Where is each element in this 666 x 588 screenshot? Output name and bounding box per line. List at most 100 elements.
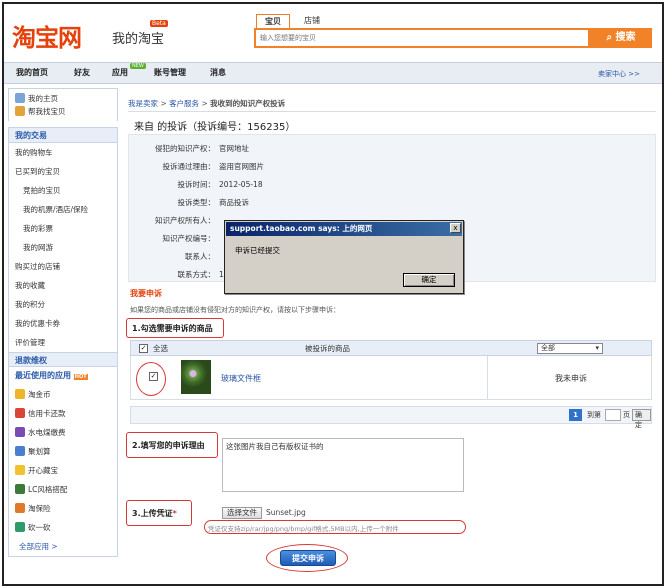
required-mark: * (172, 509, 177, 518)
info-label: 知识产权所有人： (155, 216, 215, 225)
reason-textarea[interactable]: 这张图片我自己有版权证书的 (222, 438, 464, 492)
sidebar-item-points[interactable]: 我的积分 (9, 295, 117, 314)
breadcrumb-seller[interactable]: 我是卖家 (128, 99, 158, 108)
choose-file-button[interactable]: 选择文件 (222, 507, 262, 519)
app-insurance[interactable]: 淘保险 (9, 499, 117, 518)
sidebar-item-bought[interactable]: 已买到的宝贝 (9, 162, 117, 181)
app-label: LC风格搭配 (28, 485, 68, 494)
step3-text: 3.上传凭证 (132, 509, 173, 518)
nav-messages[interactable]: 消息 (210, 67, 226, 78)
sidebar-item-favorites[interactable]: 我的收藏 (9, 276, 117, 295)
browser-page: 淘宝网 我的淘宝 Beta 宝贝 店铺 ⌕ 搜索 我的首页 好友 应用 NEW … (2, 2, 664, 586)
file-name: Sunset.jpg (266, 508, 306, 517)
chevron-down-icon: ▾ (595, 344, 599, 352)
goods-row: ✓ 玻璃文件框 我未申诉 (130, 356, 652, 400)
info-type: 投诉类型： 商品投诉 (135, 197, 250, 208)
select-all-label: 全选 (153, 344, 168, 353)
step1-label: 1.勾选需要申诉的商品 (132, 324, 213, 333)
app-credit-card[interactable]: 信用卡还款 (9, 404, 117, 423)
treasure-icon (15, 465, 25, 475)
info-reason: 投诉通过理由： 盗用官网图片 (135, 161, 265, 172)
goto-page-input[interactable] (605, 409, 621, 421)
search-tab-shops[interactable]: 店铺 (296, 14, 328, 28)
app-label: 淘金币 (28, 390, 51, 399)
sidebar-item-find[interactable]: 帮我找宝贝 (9, 102, 117, 121)
info-ip: 侵犯的知识产权： 官网地址 (135, 143, 249, 154)
search-input[interactable] (256, 30, 588, 46)
nav-apps[interactable]: 应用 (112, 67, 128, 78)
nav-account[interactable]: 账号管理 (154, 67, 186, 78)
info-label: 知识产权编号： (162, 234, 216, 243)
page-1[interactable]: 1 (569, 409, 582, 421)
sidebar-item-auction[interactable]: 竞拍的宝贝 (9, 181, 117, 200)
step2-label: 2.填写您的申诉理由 (132, 441, 205, 450)
beta-badge: Beta (150, 20, 168, 27)
upload-hint: 凭证仅支持zip/rar/jpg/png/bmp/gif格式,5MB以内,上传一… (208, 525, 399, 533)
nav-home[interactable]: 我的首页 (16, 67, 48, 78)
close-icon[interactable]: x (450, 223, 461, 233)
taobao-logo[interactable]: 淘宝网 (12, 18, 82, 53)
status-filter[interactable]: 全部 ▾ (537, 343, 603, 354)
sidebar-item-coupons[interactable]: 我的优惠卡券 (9, 314, 117, 333)
search-button[interactable]: ⌕ 搜索 (590, 28, 652, 48)
info-value: 官网地址 (219, 144, 249, 153)
sidebar-head-trade[interactable]: 我的交易 (9, 128, 117, 143)
app-label: 聚划算 (28, 447, 51, 456)
sidebar-head-refund[interactable]: 退款维权 (9, 352, 117, 367)
sidebar: 我的主页 帮我找宝贝 我的交易 我的购物车 已买到的宝贝 竞拍的宝贝 我的机票/… (8, 88, 118, 584)
insurance-icon (15, 503, 25, 513)
sidebar-item-travel[interactable]: 我的机票/酒店/保险 (9, 200, 117, 219)
appeal-title: 我要申诉 (130, 289, 162, 298)
main-nav: 我的首页 好友 应用 NEW 账号管理 消息 卖家中心 >> (4, 62, 662, 84)
bargain-icon (15, 522, 25, 532)
info-number: 知识产权编号： (135, 233, 219, 244)
app-label: 信用卡还款 (28, 409, 66, 418)
style-icon (15, 484, 25, 494)
breadcrumb-service[interactable]: 客户服务 (169, 99, 199, 108)
nav-friends[interactable]: 好友 (74, 67, 90, 78)
info-value: 盗用官网图片 (219, 162, 264, 171)
info-contact: 联系人： (135, 251, 219, 262)
sidebar-item-cart[interactable]: 我的购物车 (9, 143, 117, 162)
checkbox-highlight (136, 362, 166, 396)
select-all-checkbox[interactable]: ✓ (139, 344, 148, 353)
info-label: 投诉时间： (177, 180, 216, 189)
submit-appeal-button[interactable]: 提交申诉 (280, 550, 336, 566)
hot-badge: HOT (73, 374, 88, 380)
item-name-link[interactable]: 玻璃文件框 (221, 373, 261, 384)
sidebar-item-games[interactable]: 我的网游 (9, 238, 117, 257)
all-apps-link[interactable]: 全部应用 > (9, 537, 117, 556)
search-box (254, 28, 590, 48)
dialog-ok-button[interactable]: 确定 (403, 273, 455, 287)
app-style[interactable]: LC风格搭配 (9, 480, 117, 499)
app-label: 水电煤缴费 (28, 428, 66, 437)
find-icon (15, 106, 25, 116)
info-value: 2012-05-18 (219, 180, 263, 189)
item-thumbnail[interactable] (181, 360, 211, 394)
sidebar-trade: 我的交易 我的购物车 已买到的宝贝 竞拍的宝贝 我的机票/酒店/保险 我的彩票 … (8, 127, 118, 557)
info-time: 投诉时间： 2012-05-18 (135, 179, 263, 190)
coin-icon (15, 389, 25, 399)
app-utilities[interactable]: 水电煤缴费 (9, 423, 117, 442)
sidebar-item-shops[interactable]: 购买过的店铺 (9, 257, 117, 276)
info-label: 联系人： (185, 252, 215, 261)
sidebar-item-label: 帮我找宝贝 (28, 107, 66, 116)
goto-button[interactable]: 确定 (632, 409, 651, 429)
sidebar-item-reviews[interactable]: 评价管理 (9, 333, 117, 352)
dialog-message: 申诉已经提交 (235, 246, 280, 255)
row-divider (487, 356, 488, 399)
info-label: 投诉通过理由： (162, 162, 216, 171)
app-treasure[interactable]: 开心藏宝 (9, 461, 117, 480)
app-juhuasuan[interactable]: 聚划算 (9, 442, 117, 461)
juhuasuan-icon (15, 446, 25, 456)
my-taobao-label: 我的淘宝 (112, 32, 165, 47)
new-badge: NEW (130, 63, 146, 69)
app-bargain[interactable]: 砍一砍 (9, 518, 117, 537)
page-title: 来自 的投诉（投诉编号：156235） (134, 122, 296, 133)
seller-center-link[interactable]: 卖家中心 >> (598, 69, 640, 79)
search-tab-items[interactable]: 宝贝 (256, 14, 290, 28)
sidebar-item-lottery[interactable]: 我的彩票 (9, 219, 117, 238)
col-goods: 被投诉的商品 (305, 344, 350, 353)
app-taojinbi[interactable]: 淘金币 (9, 385, 117, 404)
apps-head-label: 最近使用的应用 (15, 371, 71, 380)
